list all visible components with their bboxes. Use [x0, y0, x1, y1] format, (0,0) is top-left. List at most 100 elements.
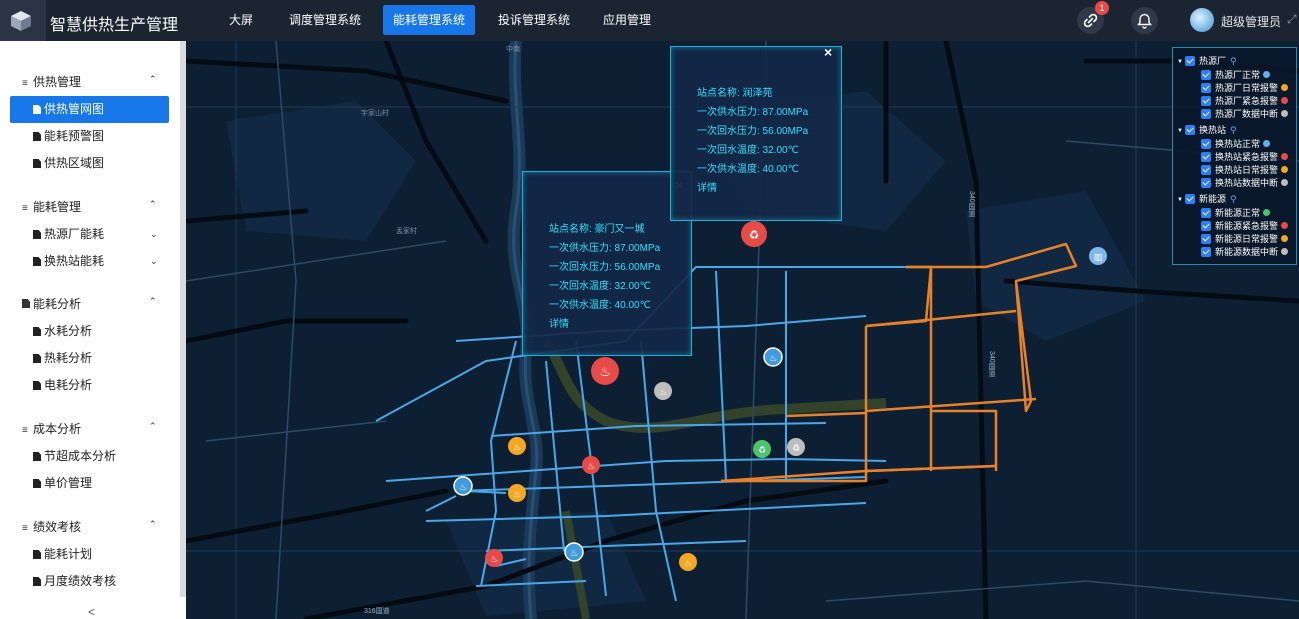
legend-item[interactable]: 热源厂正常: [1201, 68, 1271, 80]
legend-item[interactable]: 换热站日常报警: [1201, 163, 1289, 175]
chevron-up-icon[interactable]: ⌃: [149, 421, 157, 432]
menu-list-icon: ≡: [22, 523, 28, 534]
nav-big-screen[interactable]: 大屏: [222, 5, 260, 35]
recycle-icon: ♻: [792, 444, 800, 454]
checkbox[interactable]: [1201, 83, 1211, 93]
nav-energy[interactable]: 能耗管理系统: [383, 5, 475, 35]
legend-item[interactable]: 新能源紧急报警: [1201, 219, 1289, 231]
chevron-up-icon[interactable]: ⌃: [149, 296, 157, 307]
legend-item[interactable]: 新能源日常报警: [1201, 232, 1289, 244]
sidebar-group-heating[interactable]: ≡ 供热管理: [22, 73, 81, 90]
legend-group-new-energy[interactable]: ▼ 新能源 ⚲: [1177, 192, 1237, 204]
map-label: 340国道: [968, 191, 975, 217]
sidebar-item-unit-price[interactable]: 单价管理: [10, 470, 169, 497]
legend-item-label: 热源厂正常: [1215, 70, 1261, 80]
checkbox[interactable]: [1201, 109, 1211, 119]
map-label: 孟家村: [396, 228, 417, 235]
sidebar-item-region-map[interactable]: 供热区域图: [10, 150, 169, 177]
sidebar-item-power[interactable]: 电耗分析: [10, 372, 169, 399]
sidebar-group-performance[interactable]: ≡ 绩效考核: [22, 518, 81, 535]
legend-item-label: 换热站紧急报警: [1215, 152, 1279, 162]
sidebar: ≡ 供热管理 ⌃ 供热管网图 能耗预警图 供热区域图 ≡ 能耗管理 ⌃ 热源厂能耗 …: [0, 41, 186, 619]
document-icon: [33, 105, 41, 114]
checkbox[interactable]: [1201, 165, 1211, 175]
checkbox[interactable]: [1201, 178, 1211, 188]
chevron-down-icon[interactable]: ⌄: [150, 256, 158, 267]
notification-button[interactable]: [1131, 7, 1158, 34]
checkbox[interactable]: [1185, 194, 1195, 204]
checkbox[interactable]: [1201, 208, 1211, 218]
sidebar-item-warning-map[interactable]: 能耗预警图: [10, 123, 169, 150]
legend-item-label: 热源厂数据中断: [1215, 109, 1279, 119]
legend-item[interactable]: 新能源数据中断: [1201, 245, 1289, 257]
checkbox[interactable]: [1201, 152, 1211, 162]
avatar[interactable]: [1190, 8, 1214, 32]
sidebar-item-water[interactable]: 水耗分析: [10, 318, 169, 345]
recycle-icon: ♻: [758, 446, 766, 456]
status-dot-icon: [1263, 209, 1271, 216]
checkbox[interactable]: [1185, 125, 1195, 135]
popup-detail-link[interactable]: 详情: [549, 315, 569, 330]
nav-dispatch[interactable]: 调度管理系统: [283, 5, 367, 35]
legend-item-label: 热源厂日常报警: [1215, 83, 1279, 93]
collapse-sidebar-button[interactable]: <: [88, 605, 95, 619]
sidebar-item-heat[interactable]: 热耗分析: [10, 345, 169, 372]
sidebar-item-energy-plan[interactable]: 能耗计划: [10, 541, 169, 568]
legend-group-label: 热源厂: [1199, 56, 1227, 66]
legend-group-exchange-station[interactable]: ▼ 换热站 ⚲: [1177, 123, 1237, 135]
checkbox[interactable]: [1201, 139, 1211, 149]
factory-icon: ▥: [1094, 253, 1103, 263]
document-icon: [33, 257, 41, 266]
sidebar-item-label: 单价管理: [44, 476, 93, 490]
checkbox[interactable]: [1185, 56, 1195, 66]
chevron-up-icon[interactable]: ⌃: [149, 519, 157, 530]
chevron-down-icon[interactable]: ⌄: [150, 229, 158, 240]
popup-station-name: 站点名称: 润泽苑: [697, 88, 773, 99]
popup-supply-pressure: 一次供水压力: 87.00MPa: [697, 107, 809, 118]
checkbox[interactable]: [1201, 70, 1211, 80]
nav-complaint[interactable]: 投诉管理系统: [492, 5, 576, 35]
sidebar-group-analysis[interactable]: 能耗分析: [22, 295, 81, 312]
legend-item[interactable]: 换热站正常: [1201, 137, 1271, 149]
legend-item[interactable]: 热源厂日常报警: [1201, 81, 1289, 93]
menu-list-icon: ≡: [22, 425, 28, 436]
checkbox[interactable]: [1201, 247, 1211, 257]
status-dot-icon: [1281, 84, 1289, 91]
heating-network-map[interactable]: ♨ ♻ ♨ ♨ ♨ ♨ ♨ ♨ ♻ ♻ ♨ ♨ ♨ ▥ 中南 宇家山村 孟家村 …: [186, 41, 1299, 619]
flame-icon: ♨: [513, 490, 521, 500]
chevron-up-icon[interactable]: ⌃: [149, 74, 157, 85]
popup-detail-link[interactable]: 详情: [697, 179, 717, 194]
checkbox[interactable]: [1201, 96, 1211, 106]
sidebar-item-label: 热源厂能耗: [44, 227, 105, 241]
document-icon: [33, 354, 41, 363]
sidebar-item-label: 水耗分析: [44, 324, 93, 338]
fullscreen-icon[interactable]: ⤢: [1287, 12, 1297, 27]
legend-item-label: 换热站日常报警: [1215, 165, 1279, 175]
chevron-up-icon[interactable]: ⌃: [149, 199, 157, 210]
checkbox[interactable]: [1201, 221, 1211, 231]
nav-apps[interactable]: 应用管理: [597, 5, 657, 35]
legend-item[interactable]: 换热站数据中断: [1201, 176, 1289, 188]
document-icon: [33, 159, 41, 168]
sidebar-item-network-map[interactable]: 供热管网图: [10, 96, 169, 123]
legend-item[interactable]: 新能源正常: [1201, 206, 1271, 218]
popup-return-pressure: 一次回水压力: 56.00MPa: [697, 126, 809, 137]
user-name[interactable]: 超级管理员: [1221, 13, 1281, 30]
popup-station-name: 站点名称: 豪门又一城: [549, 224, 645, 235]
sidebar-item-source-energy[interactable]: 热源厂能耗: [10, 221, 169, 248]
sidebar-group-cost[interactable]: ≡ 成本分析: [22, 420, 81, 437]
sidebar-item-monthly-review[interactable]: 月度绩效考核: [10, 568, 169, 595]
legend-item[interactable]: 换热站紧急报警: [1201, 150, 1289, 162]
status-dot-icon: [1281, 222, 1289, 229]
sidebar-item-cost-analysis[interactable]: 节超成本分析: [10, 443, 169, 470]
station-popup-haomen: 站点名称: 豪门又一城 一次供水压力: 87.00MPa 一次回水压力: 56.…: [522, 171, 692, 356]
checkbox[interactable]: [1201, 234, 1211, 244]
legend-group-heat-source[interactable]: ▼ 热源厂 ⚲: [1177, 54, 1237, 66]
legend-item[interactable]: 热源厂紧急报警: [1201, 94, 1289, 106]
close-icon[interactable]: ×: [824, 44, 832, 60]
sidebar-group-energy[interactable]: ≡ 能耗管理: [22, 198, 81, 215]
sidebar-item-station-energy[interactable]: 换热站能耗: [10, 248, 169, 275]
sidebar-item-label: 能耗计划: [44, 547, 93, 561]
legend-item-label: 换热站正常: [1215, 139, 1261, 149]
legend-item[interactable]: 热源厂数据中断: [1201, 107, 1289, 119]
